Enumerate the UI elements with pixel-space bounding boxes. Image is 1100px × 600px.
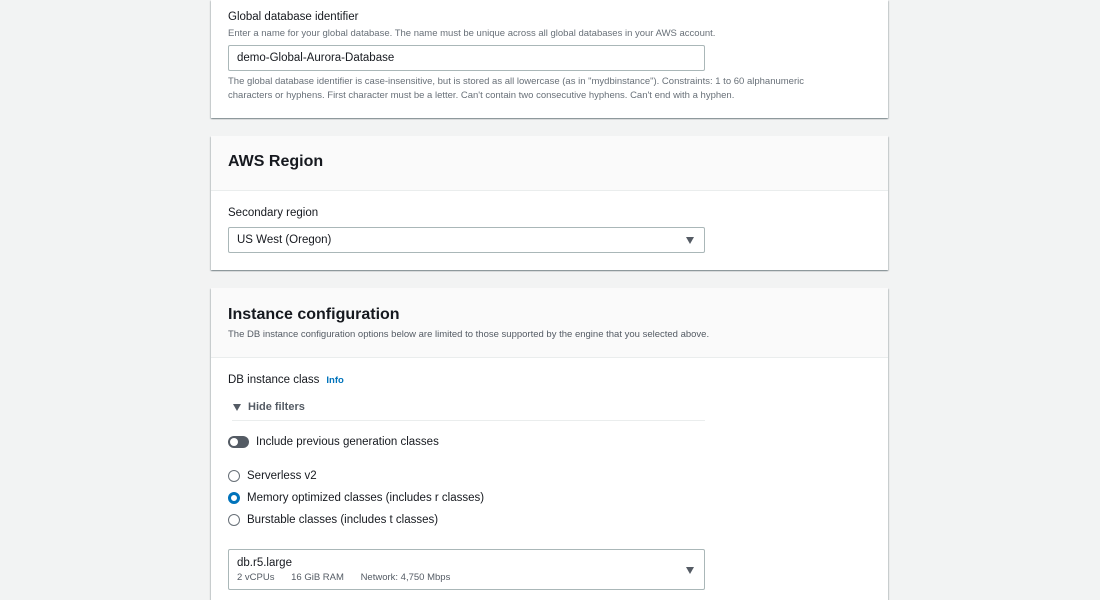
secondary-region-select[interactable]: US West (Oregon): [228, 227, 705, 253]
db-instance-class-label: DB instance class: [228, 374, 320, 386]
radio-serverless-v2[interactable]: Serverless v2: [228, 470, 317, 482]
global-db-constraint-1: The global database identifier is case-i…: [228, 76, 804, 87]
instance-vcpus: 2 vCPUs: [237, 572, 275, 583]
toggle-knob: [230, 438, 238, 446]
instance-network: Network: 4,750 Mbps: [360, 572, 451, 583]
caret-down-icon: [686, 237, 694, 244]
instance-configuration-panel: Instance configuration The DB instance c…: [211, 288, 888, 600]
radio-label-serverless: Serverless v2: [247, 470, 317, 482]
secondary-region-label: Secondary region: [228, 207, 319, 219]
hide-filters-label: Hide filters: [248, 401, 305, 413]
hide-filters-toggle[interactable]: Hide filters: [232, 401, 705, 421]
triangle-down-icon: [233, 404, 241, 411]
db-instance-class-row: DB instance class Info: [228, 374, 344, 386]
instance-config-header: Instance configuration The DB instance c…: [211, 288, 888, 358]
radio-label-burstable: Burstable classes (includes t classes): [247, 514, 439, 526]
aws-region-title: AWS Region: [228, 153, 324, 170]
instance-specs: 2 vCPUs 16 GiB RAM Network: 4,750 Mbps: [237, 572, 696, 583]
radio-button-selected[interactable]: [228, 492, 240, 504]
instance-config-title: Instance configuration: [228, 306, 400, 323]
radio-button[interactable]: [228, 514, 240, 526]
global-db-identifier-input[interactable]: demo-Global-Aurora-Database: [228, 45, 705, 71]
aws-region-header: AWS Region: [211, 136, 888, 191]
radio-label-memory-optimized: Memory optimized classes (includes r cla…: [247, 492, 485, 504]
db-instance-class-select[interactable]: db.r5.large 2 vCPUs 16 GiB RAM Network: …: [228, 549, 705, 590]
info-link[interactable]: Info: [326, 375, 343, 386]
previous-generation-label: Include previous generation classes: [256, 436, 439, 448]
caret-down-icon: [686, 567, 694, 574]
previous-generation-toggle[interactable]: [228, 436, 249, 448]
global-db-hint: Enter a name for your global database. T…: [228, 28, 716, 39]
global-db-identifier-value: demo-Global-Aurora-Database: [237, 52, 395, 64]
instance-ram: 16 GiB RAM: [291, 572, 344, 583]
global-database-panel: Global database identifier Enter a name …: [211, 0, 888, 118]
secondary-region-value: US West (Oregon): [237, 234, 332, 246]
previous-generation-toggle-row[interactable]: Include previous generation classes: [228, 436, 439, 448]
radio-burstable[interactable]: Burstable classes (includes t classes): [228, 514, 438, 526]
instance-config-description: The DB instance configuration options be…: [228, 329, 710, 340]
global-db-constraint-2: characters or hyphens. First character m…: [228, 90, 735, 101]
aws-region-panel: AWS Region Secondary region US West (Ore…: [211, 136, 888, 270]
radio-button[interactable]: [228, 470, 240, 482]
radio-memory-optimized[interactable]: Memory optimized classes (includes r cla…: [228, 492, 484, 504]
instance-class-value: db.r5.large: [237, 557, 292, 569]
page: Global database identifier Enter a name …: [0, 0, 1100, 600]
global-db-label: Global database identifier: [228, 11, 359, 23]
